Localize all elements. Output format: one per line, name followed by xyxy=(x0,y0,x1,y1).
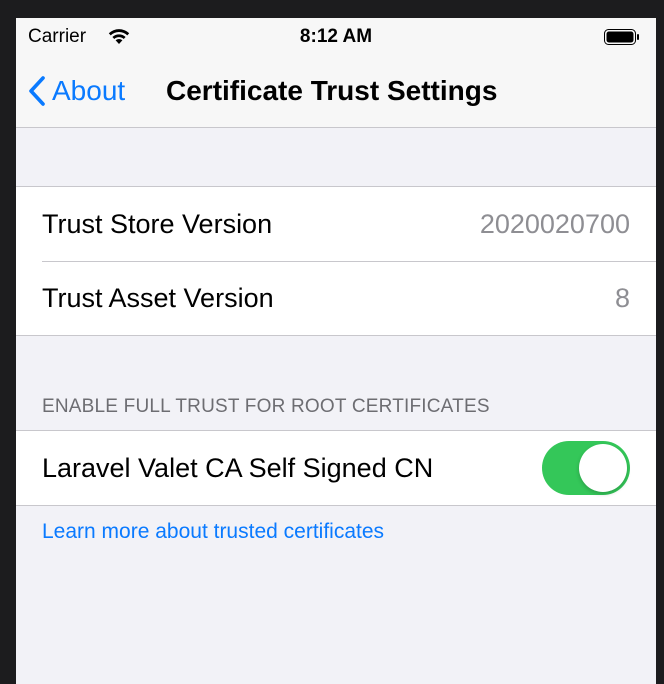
list-item: Trust Store Version 2020020700 xyxy=(16,187,656,261)
status-time: 8:12 AM xyxy=(299,26,373,47)
navigation-bar: About Certificate Trust Settings xyxy=(16,66,656,116)
full-trust-toggle[interactable] xyxy=(542,441,630,495)
top-bar: Carrier 8:12 AM About Certificate Trust … xyxy=(16,18,656,128)
section-header: ENABLE FULL TRUST FOR ROOT CERTIFICATES xyxy=(42,396,490,417)
trust-store-version-label: Trust Store Version xyxy=(42,208,273,239)
status-bar: Carrier 8:12 AM xyxy=(16,18,656,54)
trust-asset-version-label: Trust Asset Version xyxy=(42,282,274,313)
back-button[interactable]: About xyxy=(28,66,125,116)
learn-more-link[interactable]: Learn more about trusted certificates xyxy=(42,520,384,544)
chevron-left-icon xyxy=(29,76,45,106)
trust-asset-version-value: 8 xyxy=(614,282,630,313)
battery-icon xyxy=(604,29,639,45)
list-item: Trust Asset Version 8 xyxy=(16,261,656,335)
root-certificates-group: Laravel Valet CA Self Signed CN xyxy=(16,430,656,506)
list-item: Laravel Valet CA Self Signed CN xyxy=(16,431,656,505)
settings-screen: Carrier 8:12 AM About Certificate Trust … xyxy=(16,18,656,684)
versions-group: Trust Store Version 2020020700 Trust Ass… xyxy=(16,186,656,336)
back-button-label: About xyxy=(52,75,126,106)
toggle-knob xyxy=(579,444,627,492)
trust-store-version-value: 2020020700 xyxy=(479,208,630,239)
certificate-label: Laravel Valet CA Self Signed CN xyxy=(42,452,434,483)
page-title: Certificate Trust Settings xyxy=(166,75,498,106)
